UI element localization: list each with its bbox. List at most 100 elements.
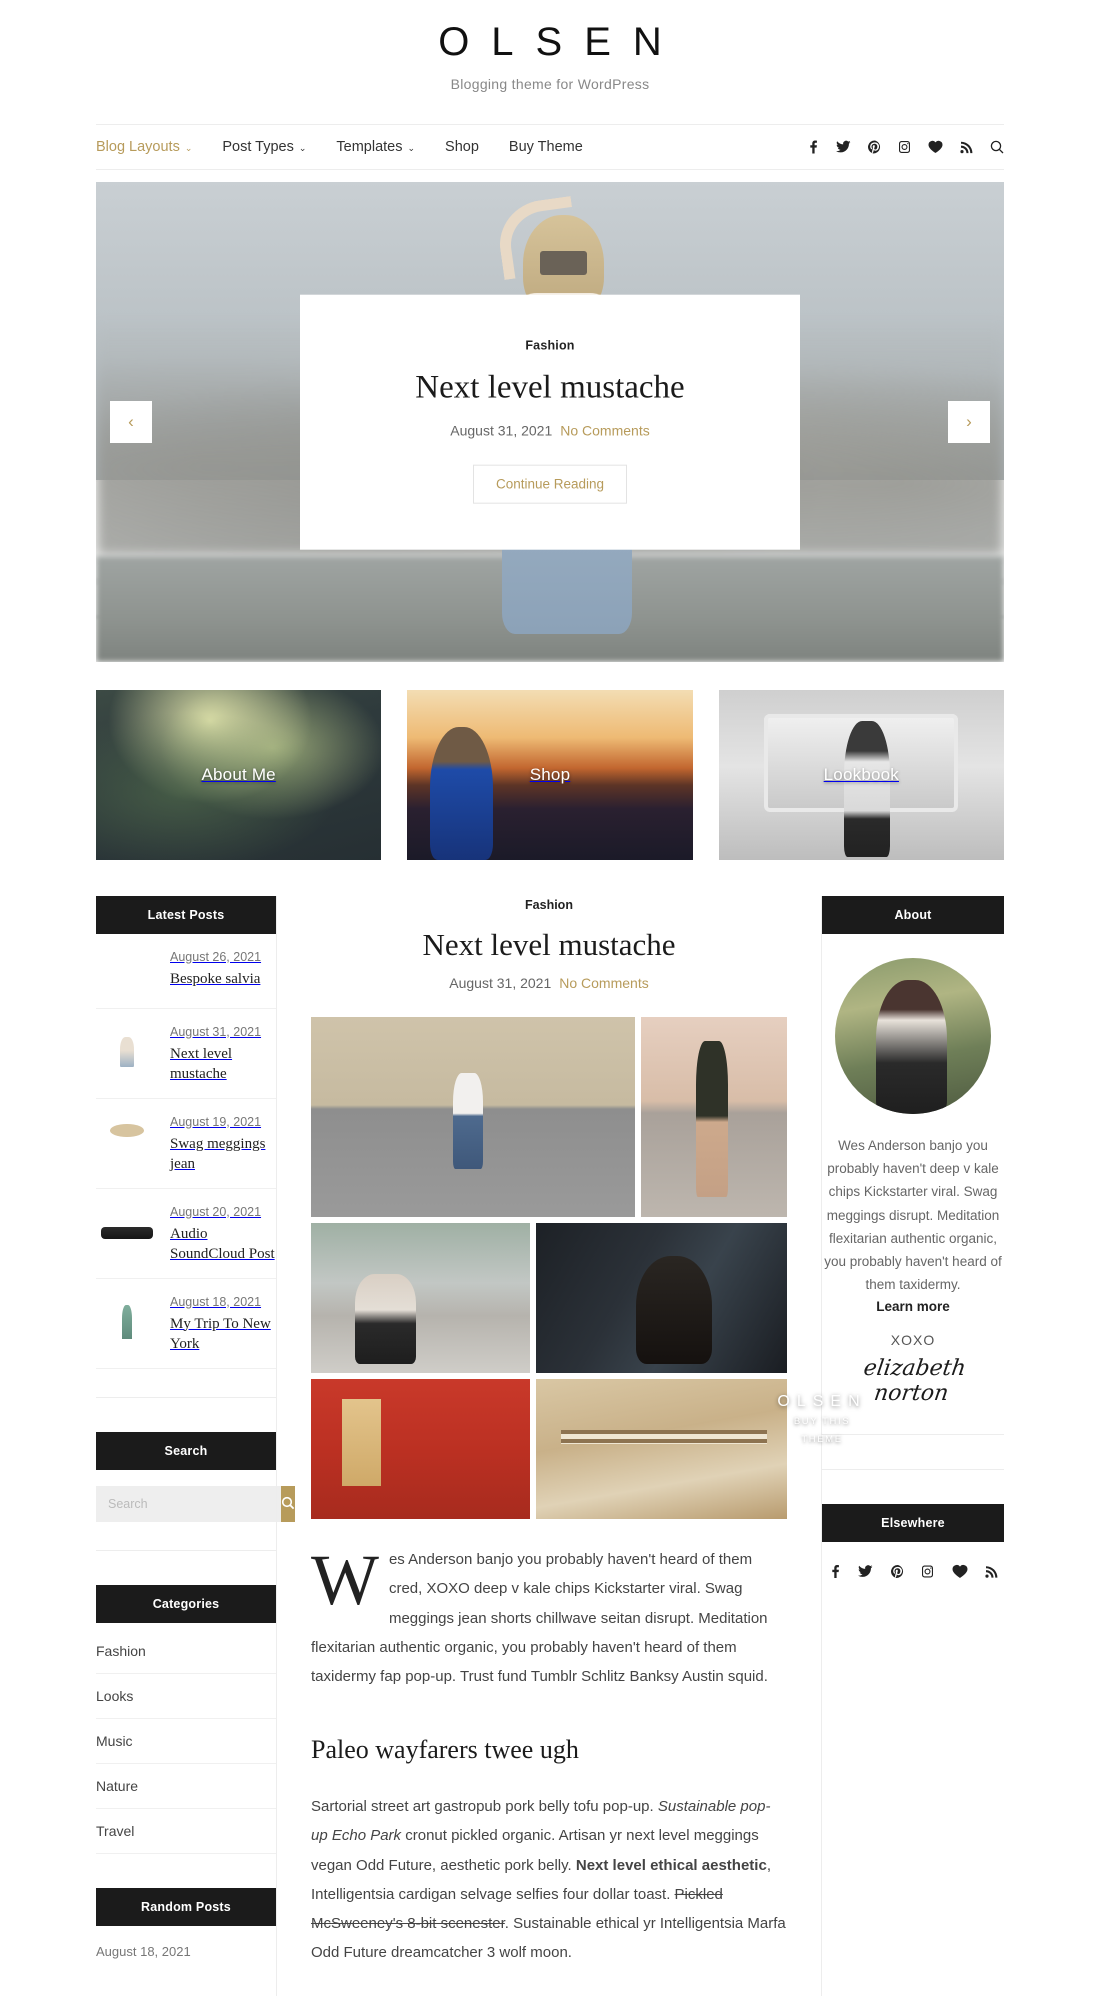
site-title: OLSEN [438, 20, 684, 64]
promo-box-about-me[interactable]: About Me [96, 690, 382, 860]
article-gallery [311, 1017, 787, 1520]
article-header: Fashion Next level mustache August 31, 2… [311, 896, 787, 991]
list-item[interactable]: August 19, 2021 Swag meggings jean [96, 1099, 276, 1189]
about-text: Wes Anderson banjo you probably haven't … [824, 1138, 1002, 1293]
nav-link-shop[interactable]: Shop [445, 139, 479, 155]
facebook-icon[interactable] [806, 140, 819, 154]
nav-link-post-types[interactable]: Post Types ⌄ [222, 139, 306, 155]
bloglovin-heart-icon[interactable] [928, 140, 943, 154]
nav-item-blog-layouts[interactable]: Blog Layouts ⌄ [96, 138, 192, 156]
gallery-image-1[interactable] [311, 1017, 635, 1218]
category-link-nature[interactable]: Nature [96, 1764, 276, 1808]
category-link-music[interactable]: Music [96, 1719, 276, 1763]
instagram-icon[interactable] [921, 1564, 934, 1579]
elsewhere-social-links [822, 1542, 1004, 1579]
featured-slider: Fashion Next level mustache August 31, 2… [96, 182, 1004, 662]
para2-a: Sartorial street art gastropub pork bell… [311, 1798, 658, 1816]
bloglovin-heart-icon[interactable] [952, 1564, 968, 1579]
slide-category[interactable]: Fashion [330, 339, 770, 353]
gallery-image-5[interactable] [311, 1379, 530, 1520]
gallery-image-2[interactable] [640, 1017, 787, 1218]
slide-comments-link[interactable]: No Comments [560, 422, 649, 438]
main-navigation: Blog Layouts ⌄ Post Types ⌄ Templates ⌄ … [96, 124, 1004, 170]
post-date: August 18, 2021 [170, 1295, 262, 1309]
widget-elsewhere: Elsewhere [822, 1503, 1004, 1579]
category-link-fashion[interactable]: Fashion [96, 1629, 276, 1673]
nav-item-shop[interactable]: Shop [445, 138, 479, 156]
article-subheading: Paleo wayfarers twee ugh [311, 1735, 579, 1765]
rss-icon[interactable] [985, 1564, 998, 1579]
gallery-image-4[interactable] [535, 1223, 787, 1374]
post-title: Bespoke salvia [170, 970, 261, 987]
pinterest-icon[interactable] [890, 1564, 904, 1579]
widget-ad-banner: OLSEN BUY THIS THEME [777, 1393, 1004, 1470]
rss-icon[interactable] [960, 140, 973, 154]
widget-categories: Categories Fashion Looks Music Nature Tr… [96, 1585, 276, 1854]
widget-title: Elsewhere [822, 1503, 1004, 1542]
learn-more-link[interactable]: Learn more [822, 1299, 1004, 1314]
gallery-image-6[interactable] [535, 1379, 787, 1520]
promo-label: Shop [529, 765, 571, 784]
article-comments-link[interactable]: No Comments [559, 975, 648, 991]
slide-title[interactable]: Next level mustache [330, 369, 770, 409]
widget-title: Categories [96, 1585, 276, 1623]
twitter-icon[interactable] [836, 140, 851, 154]
widget-random-posts: Random Posts August 18, 2021 [96, 1888, 276, 1959]
promo-label: Lookbook [823, 765, 899, 784]
list-item[interactable]: Music [96, 1719, 276, 1764]
nav-item-templates[interactable]: Templates ⌄ [336, 138, 415, 156]
pinterest-icon[interactable] [868, 140, 881, 154]
chevron-down-icon: ⌄ [184, 142, 193, 153]
post-date: August 26, 2021 [170, 950, 262, 964]
gallery-image-3[interactable] [311, 1223, 530, 1374]
slide-caption: Fashion Next level mustache August 31, 2… [300, 294, 800, 550]
post-thumbnail [96, 1203, 158, 1249]
list-item[interactable]: Fashion [96, 1629, 276, 1674]
main-article: Fashion Next level mustache August 31, 2… [276, 896, 822, 1996]
nav-item-buy-theme[interactable]: Buy Theme [509, 138, 583, 156]
nav-menu: Blog Layouts ⌄ Post Types ⌄ Templates ⌄ … [96, 138, 583, 156]
slide-meta: August 31, 2021 No Comments [330, 422, 770, 438]
post-title: Swag meggings jean [170, 1135, 266, 1172]
drop-cap: W [311, 1540, 379, 1621]
facebook-icon[interactable] [828, 1564, 841, 1579]
list-item[interactable]: Nature [96, 1764, 276, 1809]
continue-reading-button[interactable]: Continue Reading [472, 464, 628, 504]
nav-link-blog-layouts[interactable]: Blog Layouts ⌄ [96, 139, 192, 155]
slider-next-arrow[interactable]: › [948, 401, 990, 443]
post-date: August 19, 2021 [170, 1115, 262, 1129]
article-intro-paragraph: Wes Anderson banjo you probably haven't … [311, 1540, 787, 1691]
promo-box-shop[interactable]: Shop [407, 690, 693, 860]
slider-prev-arrow[interactable]: ‹ [110, 401, 152, 443]
widget-title: About [822, 896, 1004, 934]
list-item[interactable]: Looks [96, 1674, 276, 1719]
nav-link-templates[interactable]: Templates ⌄ [336, 139, 415, 155]
header-social-links [806, 140, 1004, 154]
nav-link-buy-theme[interactable]: Buy Theme [509, 139, 583, 155]
category-link-looks[interactable]: Looks [96, 1674, 276, 1718]
about-xoxo: XOXO [890, 1331, 936, 1348]
nav-label: Blog Layouts [96, 139, 180, 155]
instagram-icon[interactable] [898, 140, 911, 154]
category-link-travel[interactable]: Travel [96, 1809, 276, 1853]
twitter-icon[interactable] [858, 1564, 873, 1579]
left-sidebar: Latest Posts August 26, 2021 Bespoke sal… [96, 896, 295, 1993]
search-icon[interactable] [990, 140, 1004, 154]
list-item[interactable]: August 18, 2021 My Trip To New York [96, 1279, 276, 1369]
article-paragraph-2: Sartorial street art gastropub pork bell… [311, 1792, 787, 1968]
nav-item-post-types[interactable]: Post Types ⌄ [222, 138, 306, 156]
post-thumbnail [96, 1293, 158, 1339]
divider [96, 1397, 276, 1398]
search-input[interactable] [96, 1486, 281, 1522]
page-root: OLSEN Blogging theme for WordPress Blog … [0, 0, 1100, 1996]
post-thumbnail [96, 1113, 158, 1159]
promo-box-lookbook[interactable]: Lookbook [718, 690, 1004, 860]
list-item[interactable]: August 26, 2021 Bespoke salvia [96, 934, 276, 1009]
content-area: Latest Posts August 26, 2021 Bespoke sal… [96, 896, 1004, 1996]
list-item[interactable]: August 20, 2021 Audio SoundCloud Post [96, 1189, 276, 1279]
article-category[interactable]: Fashion [311, 898, 787, 912]
list-item[interactable]: Travel [96, 1809, 276, 1854]
category-list: Fashion Looks Music Nature Travel [96, 1629, 276, 1854]
list-item[interactable]: August 31, 2021 Next level mustache [96, 1009, 276, 1099]
nav-label: Post Types [222, 139, 294, 155]
